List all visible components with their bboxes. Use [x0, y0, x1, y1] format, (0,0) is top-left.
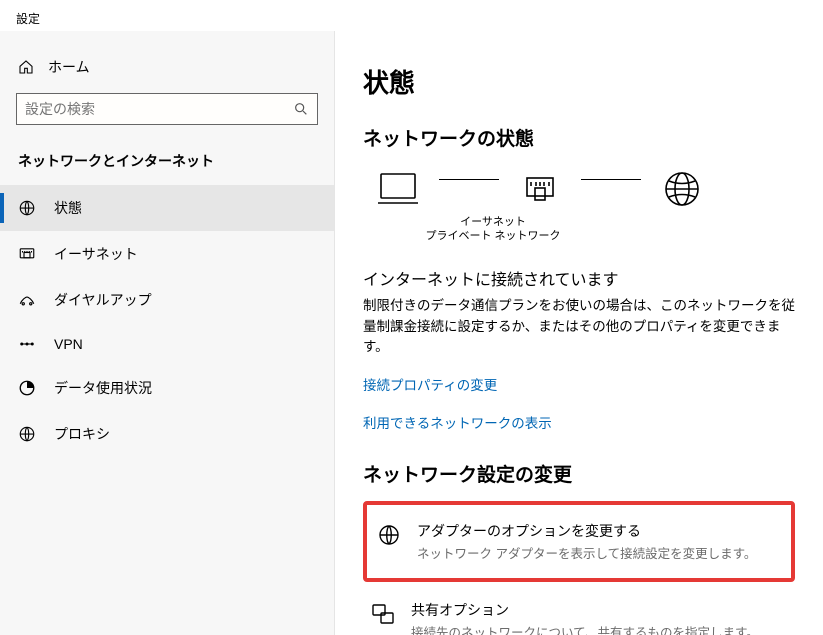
link-connection-properties[interactable]: 接続プロパティの変更 — [363, 374, 795, 394]
proxy-icon — [18, 425, 36, 443]
diagram-line — [439, 179, 499, 180]
status-icon — [18, 199, 36, 217]
sharing-icon — [371, 600, 395, 626]
nav-label: VPN — [54, 336, 83, 352]
search-box[interactable] — [16, 93, 318, 125]
nav-item-proxy[interactable]: プロキシ — [0, 411, 334, 457]
highlight-adapter-options: アダプターのオプションを変更する ネットワーク アダプターを表示して接続設定を変… — [363, 501, 795, 582]
home-icon — [18, 59, 34, 75]
option-sharing[interactable]: 共有オプション 接続先のネットワークについて、共有するものを指定します。 — [363, 588, 795, 635]
connected-heading: インターネットに接続されています — [363, 266, 795, 290]
diagram-adapter — [505, 174, 575, 204]
nav-item-datausage[interactable]: データ使用状況 — [0, 365, 334, 411]
diagram-computer — [363, 170, 433, 208]
nav-label: ダイヤルアップ — [54, 290, 152, 310]
diagram-label-1: イーサネット — [363, 215, 623, 229]
nav-label: プロキシ — [54, 424, 110, 444]
network-status-heading: ネットワークの状態 — [363, 124, 795, 151]
diagram-globe — [647, 169, 717, 209]
nav-item-ethernet[interactable]: イーサネット — [0, 231, 334, 277]
change-settings-heading: ネットワーク設定の変更 — [363, 460, 795, 487]
nav-item-dialup[interactable]: ダイヤルアップ — [0, 277, 334, 323]
search-input[interactable] — [25, 101, 293, 117]
search-icon — [293, 101, 309, 117]
option-title: アダプターのオプションを変更する — [417, 521, 756, 541]
option-desc: 接続先のネットワークについて、共有するものを指定します。 — [411, 622, 759, 635]
sidebar-section-label: ネットワークとインターネット — [0, 143, 334, 185]
ethernet-icon — [18, 245, 36, 263]
datausage-icon — [18, 379, 36, 397]
nav-label: 状態 — [54, 198, 82, 218]
diagram-line — [581, 179, 641, 180]
connected-description: 制限付きのデータ通信プランをお使いの場合は、このネットワークを従量制課金接続に設… — [363, 296, 795, 359]
sidebar-nav: 状態 イーサネット ダイヤルアップ — [0, 185, 334, 457]
window-title: 設定 — [0, 0, 823, 31]
main-content: 状態 ネットワークの状態 イーサネット プライベート ネットワーク インタ — [335, 31, 823, 635]
home-label: ホーム — [48, 57, 90, 77]
home-nav[interactable]: ホーム — [0, 49, 334, 93]
vpn-icon — [18, 337, 36, 351]
nav-label: イーサネット — [54, 244, 138, 264]
link-available-networks[interactable]: 利用できるネットワークの表示 — [363, 412, 795, 432]
nav-label: データ使用状況 — [54, 378, 152, 398]
network-diagram — [363, 169, 795, 209]
sidebar: ホーム ネットワークとインターネット 状態 — [0, 31, 335, 635]
option-adapter[interactable]: アダプターのオプションを変更する ネットワーク アダプターを表示して接続設定を変… — [369, 509, 789, 574]
dialup-icon — [18, 293, 36, 307]
diagram-caption: イーサネット プライベート ネットワーク — [363, 215, 623, 244]
adapter-icon — [377, 521, 401, 547]
nav-item-vpn[interactable]: VPN — [0, 323, 334, 365]
diagram-label-2: プライベート ネットワーク — [363, 229, 623, 243]
option-desc: ネットワーク アダプターを表示して接続設定を変更します。 — [417, 543, 756, 562]
option-title: 共有オプション — [411, 600, 759, 620]
page-title: 状態 — [363, 63, 795, 100]
nav-item-status[interactable]: 状態 — [0, 185, 334, 231]
